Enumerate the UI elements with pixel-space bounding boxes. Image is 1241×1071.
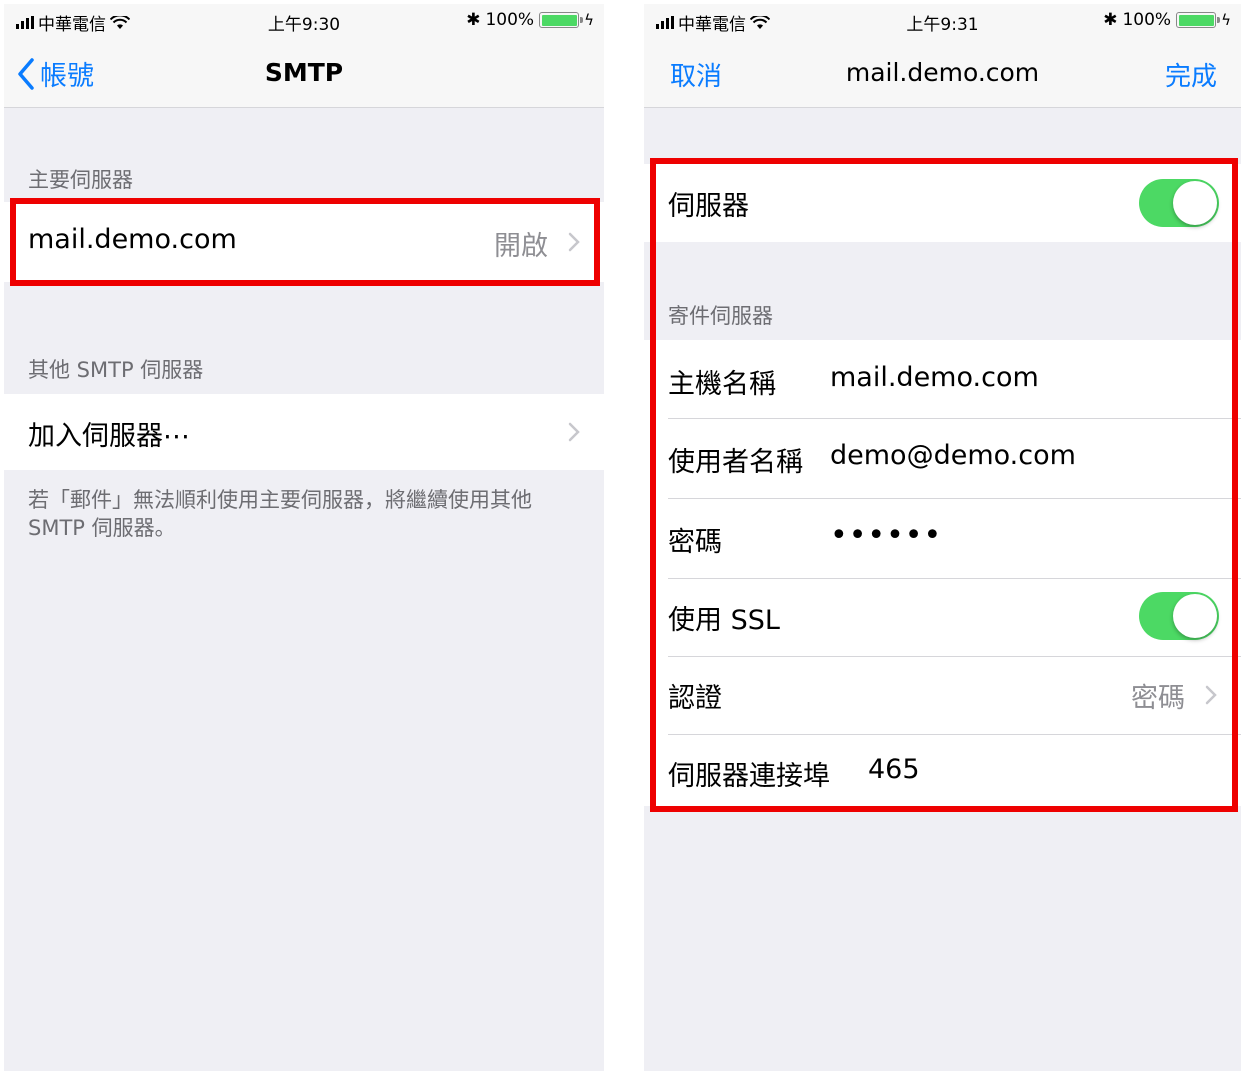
bluetooth-icon: ✱	[466, 10, 481, 30]
smtp-list-screen: 中華電信 上午9:30 ✱ 100% ϟ 帳號 SMTP 主要伺服器 mail.…	[4, 4, 604, 1071]
port-label: 伺服器連接埠	[668, 761, 830, 792]
battery-percent: 100%	[1122, 10, 1172, 30]
chevron-right-icon	[568, 422, 580, 442]
server-settings-screen: 中華電信 上午9:31 ✱ 100% ϟ 取消 mail.demo.com 完成…	[644, 4, 1241, 1071]
navigation-bar: 帳號 SMTP	[4, 38, 604, 108]
password-label: 密碼	[668, 527, 722, 558]
hostname-label: 主機名稱	[668, 369, 776, 400]
port-field[interactable]: 465	[868, 754, 920, 785]
footer-note: 若「郵件」無法順利使用主要伺服器，將繼續使用其他 SMTP 伺服器。	[28, 488, 532, 540]
ssl-toggle[interactable]	[1139, 592, 1219, 640]
status-bar: 中華電信 上午9:30 ✱ 100% ϟ	[4, 4, 604, 38]
done-button[interactable]: 完成	[1165, 56, 1217, 93]
navigation-bar: 取消 mail.demo.com 完成	[644, 38, 1241, 108]
outgoing-server-header: 寄件伺服器	[668, 304, 773, 328]
password-field[interactable]: ••••••	[830, 518, 942, 553]
add-server-row[interactable]: 加入伺服器⋯	[4, 394, 604, 470]
auth-value[interactable]: 密碼	[1131, 676, 1185, 715]
charging-icon: ϟ	[1221, 11, 1231, 29]
server-toggle[interactable]	[1139, 179, 1219, 227]
primary-server-row[interactable]: mail.demo.com 開啟	[4, 202, 604, 282]
chevron-right-icon	[568, 232, 580, 252]
outgoing-server-fields: 主機名稱 mail.demo.com 使用者名稱 demo@demo.com 密…	[644, 340, 1241, 806]
chevron-right-icon	[1205, 685, 1217, 705]
other-servers-header: 其他 SMTP 伺服器	[28, 358, 204, 382]
server-toggle-row: 伺服器	[644, 164, 1241, 242]
add-server-label: 加入伺服器⋯	[28, 421, 190, 452]
charging-icon: ϟ	[584, 11, 594, 29]
battery-percent: 100%	[485, 10, 535, 30]
bluetooth-icon: ✱	[1103, 10, 1118, 30]
auth-label: 認證	[668, 683, 722, 714]
primary-server-status: 開啟	[494, 231, 548, 262]
battery-icon	[1176, 12, 1221, 28]
server-toggle-label: 伺服器	[668, 191, 749, 222]
primary-server-host: mail.demo.com	[28, 224, 237, 255]
page-title: mail.demo.com	[845, 58, 1040, 87]
username-label: 使用者名稱	[668, 447, 803, 478]
status-bar: 中華電信 上午9:31 ✱ 100% ϟ	[644, 4, 1241, 38]
primary-server-header: 主要伺服器	[28, 168, 133, 192]
battery-icon	[539, 12, 584, 28]
page-title: SMTP	[264, 58, 344, 87]
username-field[interactable]: demo@demo.com	[830, 440, 1076, 471]
hostname-field[interactable]: mail.demo.com	[830, 362, 1039, 393]
ssl-label: 使用 SSL	[668, 605, 780, 636]
